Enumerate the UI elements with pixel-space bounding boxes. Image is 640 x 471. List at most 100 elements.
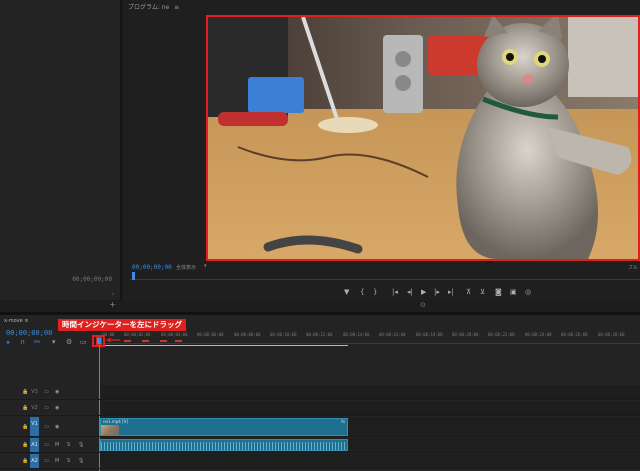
captions-icon[interactable]: ▭	[80, 338, 87, 346]
source-settings-icon[interactable]: ◦	[111, 291, 115, 299]
video-clip[interactable]: ne1.mp4 [V] fx	[100, 418, 348, 436]
track-v1: 🔒 V1 ▭ ◉ ne1.mp4 [V] fx	[0, 417, 640, 437]
panel-menu-icon[interactable]: ≡	[174, 4, 179, 11]
drag-left-arrow-icon	[106, 338, 120, 342]
program-scrub-bar[interactable]	[130, 272, 640, 280]
extract-icon[interactable]: ⊻	[480, 288, 485, 296]
settings-icon[interactable]: ⊙	[420, 301, 426, 309]
ruler-tick: 00;00;26;00	[561, 332, 588, 337]
cat-video-frame	[208, 17, 638, 259]
lock-icon[interactable]: 🔒	[22, 389, 28, 395]
program-title[interactable]: プログラム: ne ≡	[128, 2, 179, 11]
mute-button[interactable]: M	[55, 442, 59, 448]
ruler-line	[100, 343, 640, 344]
go-to-in-icon[interactable]: |◂	[392, 288, 398, 296]
work-area-bar[interactable]	[100, 345, 348, 346]
nest-icon[interactable]: ⚹	[6, 338, 10, 347]
track-name[interactable]: V1	[30, 417, 39, 436]
track-area[interactable]	[100, 454, 640, 468]
sequence-tab[interactable]: x-move ≡	[4, 318, 29, 324]
track-v2: 🔒 V2 ▭ ◉	[0, 401, 640, 416]
track-v3: 🔒 V3 ▭ ◉	[0, 385, 640, 400]
track-area[interactable]: ne1.mp4 [V] fx	[100, 417, 640, 436]
lock-icon[interactable]: 🔒	[22, 442, 28, 448]
export-frame-icon[interactable]: ◙	[495, 288, 502, 296]
ruler-tick: 00;00;22;00	[488, 332, 515, 337]
ruler-tick: 00;00;08;00	[234, 332, 261, 337]
ruler-tick: 00;00;06;00	[197, 332, 224, 337]
lock-icon[interactable]: 🔒	[22, 424, 28, 430]
sync-lock-icon[interactable]: ▭	[44, 458, 49, 464]
playhead-handle[interactable]	[96, 337, 102, 345]
wrench-icon[interactable]: ⚙	[66, 338, 72, 346]
track-name[interactable]: V2	[30, 405, 39, 411]
audio-clip[interactable]	[100, 439, 348, 451]
program-playhead[interactable]	[132, 272, 135, 280]
sync-lock-icon[interactable]: ▭	[44, 442, 49, 448]
timeline-tools: ⚹ ∩ ⚯ ▾ ⚙ ▭	[6, 338, 96, 346]
ruler-tick: 00;00;18;00	[416, 332, 443, 337]
lock-icon[interactable]: 🔒	[22, 405, 28, 411]
clip-thumbnail	[101, 425, 119, 435]
ruler-tick: 00;00;24;00	[525, 332, 552, 337]
linked-selection-icon[interactable]: ⚯	[34, 338, 40, 346]
instruction-callout: 時間インジケーターを左にドラッグ	[58, 319, 186, 331]
lock-icon[interactable]: 🔒	[22, 458, 28, 464]
mute-button[interactable]: M	[55, 458, 59, 464]
track-header: 🔒 V2 ▭ ◉	[0, 401, 98, 415]
mark-in-icon[interactable]: {	[360, 288, 364, 296]
go-to-out-icon[interactable]: ▸|	[448, 288, 454, 296]
track-name[interactable]: A2	[30, 454, 39, 468]
track-area[interactable]	[100, 438, 640, 452]
mark-out-icon[interactable]: }	[373, 288, 377, 296]
solo-button[interactable]: S	[67, 458, 70, 464]
premiere-window: 00;00;00;00 ◦ + プログラム: ne ≡ 00;00;00;00 …	[0, 0, 640, 471]
sync-lock-icon[interactable]: ▭	[44, 424, 49, 430]
vr-video-icon[interactable]: ◎	[525, 288, 531, 296]
step-back-icon[interactable]: ◂|	[407, 288, 413, 296]
render-marker	[124, 340, 131, 342]
chevron-down-icon[interactable]: ▾	[204, 263, 207, 269]
add-marker-icon[interactable]: ▾	[52, 338, 56, 346]
clip-name: ne1.mp4 [V]	[103, 419, 128, 424]
source-timecode[interactable]: 00;00;00;00	[72, 276, 112, 283]
solo-button[interactable]: S	[67, 442, 70, 448]
ruler-tick: 00;00;14;00	[343, 332, 370, 337]
track-name[interactable]: V3	[30, 389, 39, 395]
add-button-icon[interactable]: +	[109, 300, 116, 309]
ruler-tick: 00;00;02;00	[124, 332, 151, 337]
resolution-select[interactable]: フル	[628, 264, 638, 271]
ruler-tick: 00;00;28;00	[598, 332, 625, 337]
eye-icon[interactable]: ◉	[55, 405, 59, 411]
zoom-select[interactable]: 全体表示	[176, 264, 196, 271]
render-marker	[175, 340, 182, 342]
ruler-tick: 00;00;04;00	[161, 332, 188, 337]
lift-icon[interactable]: ⊼	[466, 288, 471, 296]
comparison-view-icon[interactable]: ▣	[510, 288, 517, 296]
track-header: 🔒 A2 ▭ M S 🎙	[0, 454, 98, 468]
ruler-tick: 00;00;12;00	[306, 332, 333, 337]
track-header: 🔒 V1 ▭ ◉	[0, 417, 98, 436]
track-header: 🔒 A1 ▭ M S 🎙	[0, 438, 98, 452]
microphone-icon[interactable]: 🎙	[78, 458, 84, 464]
audio-waveform	[101, 442, 347, 450]
track-a2: 🔒 A2 ▭ M S 🎙	[0, 454, 640, 469]
add-marker-icon[interactable]: ▼	[344, 288, 349, 296]
play-icon[interactable]: ▶	[421, 288, 426, 296]
program-title-label: プログラム: ne	[128, 4, 170, 11]
step-forward-icon[interactable]: |▸	[434, 288, 440, 296]
sync-lock-icon[interactable]: ▭	[44, 405, 49, 411]
track-area[interactable]	[100, 401, 640, 415]
eye-icon[interactable]: ◉	[55, 424, 59, 430]
timeline-ruler[interactable]: :00;00 00;00;02;00 00;00;04;00 00;00;06;…	[100, 331, 640, 347]
snap-icon[interactable]: ∩	[20, 338, 25, 346]
timeline-timecode[interactable]: 00;00;00;00	[6, 329, 52, 337]
ruler-tick: 00;00;20;00	[452, 332, 479, 337]
microphone-icon[interactable]: 🎙	[78, 442, 84, 448]
track-name[interactable]: A1	[30, 438, 39, 452]
ruler-tick: 00;00;10;00	[270, 332, 297, 337]
track-area[interactable]	[100, 385, 640, 399]
sync-lock-icon[interactable]: ▭	[44, 389, 49, 395]
eye-icon[interactable]: ◉	[55, 389, 59, 395]
program-timecode[interactable]: 00;00;00;00	[132, 264, 172, 271]
